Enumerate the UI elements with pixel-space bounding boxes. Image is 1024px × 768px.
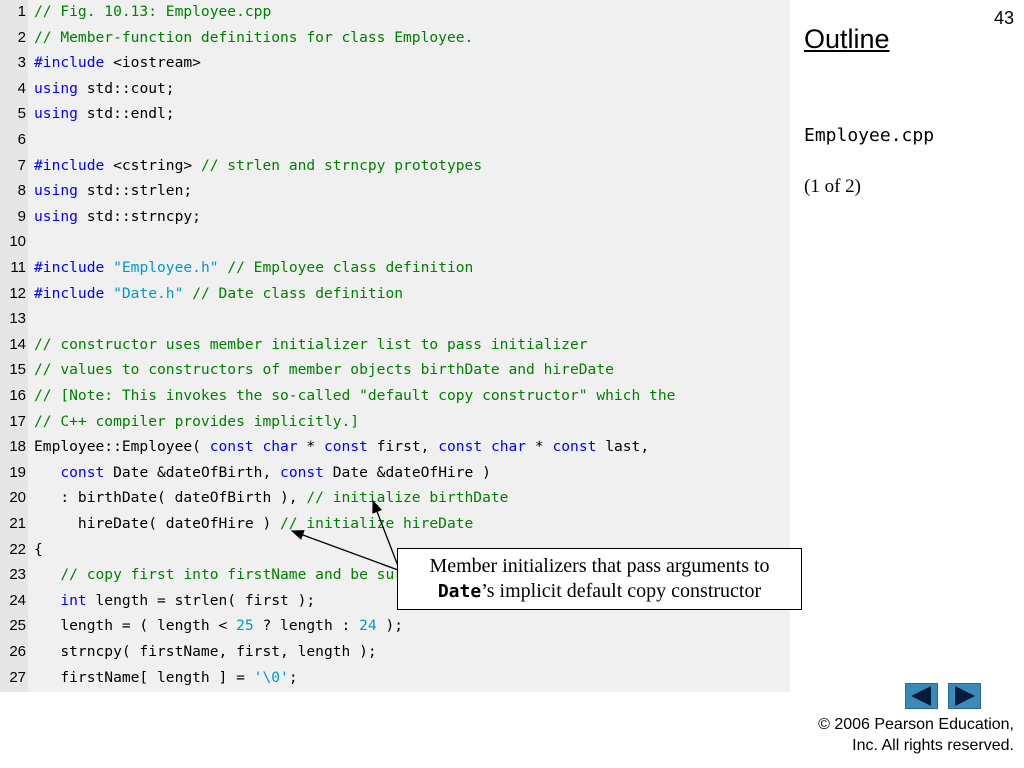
code-text: #include "Date.h" // Date class definiti…: [34, 284, 404, 302]
code-line: 26 strncpy( firstName, first, length );: [0, 639, 790, 665]
code-line: 6: [0, 127, 790, 153]
code-text: using std::strlen;: [34, 182, 193, 200]
code-text: firstName[ length ] = '\0';: [34, 668, 298, 686]
code-text: // Fig. 10.13: Employee.cpp: [34, 3, 272, 20]
line-number: 15: [9, 361, 26, 379]
line-number: 20: [9, 489, 26, 507]
code-line: 10: [0, 229, 790, 255]
code-line: 27 firstName[ length ] = '\0';: [0, 665, 790, 691]
code-text: hireDate( dateOfHire ) // initialize hir…: [34, 515, 474, 532]
code-text: const Date &dateOfBirth, const Date &dat…: [60, 463, 491, 481]
next-slide-button[interactable]: [948, 683, 981, 709]
code-text: // constructor uses member initializer l…: [34, 335, 588, 353]
slide-number: 43: [993, 8, 1014, 28]
code-text: #include "Employee.h" // Employee class …: [34, 259, 474, 276]
triangle-left-icon: [911, 686, 931, 706]
code-text: // values to constructors of member obje…: [34, 361, 614, 379]
line-number: 2: [17, 28, 26, 46]
code-line: 16 // [Note: This invokes the so-called "…: [0, 383, 790, 409]
code-line: 1 // Fig. 10.13: Employee.cpp: [0, 0, 790, 25]
code-line: 15 // values to constructors of member ob…: [0, 357, 790, 383]
line-number: 11: [10, 259, 26, 276]
line-number: 3: [17, 54, 26, 72]
outline-title[interactable]: Outline: [804, 24, 890, 55]
code-line: 8 using std::strlen;: [0, 178, 790, 204]
code-text: int length = strlen( first );: [60, 591, 316, 609]
line-number: 18: [9, 438, 26, 456]
line-number: 9: [17, 207, 26, 225]
code-text: {: [34, 540, 43, 558]
line-number: 4: [17, 79, 26, 97]
line-number: 22: [9, 540, 26, 558]
line-number: 19: [9, 463, 26, 481]
callout-line1: Member initializers that pass arguments …: [429, 555, 770, 577]
line-number: 25: [9, 617, 26, 635]
code-line: 13: [0, 306, 790, 332]
code-text: Employee::Employee( const char * const f…: [34, 438, 650, 456]
copyright-line1: © 2006 Pearson Education,: [818, 716, 1014, 733]
code-line: 14 // constructor uses member initializer…: [0, 332, 790, 358]
code-text: #include <cstring> // strlen and strncpy…: [34, 156, 483, 174]
copyright-notice: © 2006 Pearson Education, Inc. All right…: [818, 714, 1014, 756]
line-number: 24: [9, 591, 26, 609]
code-text: // Member-function definitions for class…: [34, 28, 474, 46]
code-text: // [Note: This invokes the so-called "de…: [34, 387, 676, 404]
code-line: 21 hireDate( dateOfHire ) // initialize …: [0, 511, 790, 537]
callout-rest: ’s implicit default copy constructor: [481, 580, 762, 602]
line-number: 12: [9, 284, 26, 302]
line-number: 13: [9, 310, 26, 328]
line-number: 6: [17, 131, 26, 148]
previous-slide-button[interactable]: [905, 683, 938, 709]
code-text: #include <iostream>: [34, 54, 201, 72]
callout-box: Member initializers that pass arguments …: [397, 548, 802, 610]
code-line: 20 : birthDate( dateOfBirth ), // initia…: [0, 485, 790, 511]
code-line: 12 #include "Date.h" // Date class defini…: [0, 281, 790, 307]
code-line: 4 using std::cout;: [0, 76, 790, 102]
line-number: 21: [9, 515, 26, 532]
code-line: 7 #include <cstring> // strlen and strncp…: [0, 153, 790, 179]
line-number: 16: [9, 387, 26, 404]
copyright-line2: Inc. All rights reserved.: [852, 737, 1014, 754]
line-number: 1: [17, 3, 26, 20]
code-text: using std::endl;: [34, 105, 175, 123]
code-line: 9 using std::strncpy;: [0, 204, 790, 230]
code-line: 5 using std::endl;: [0, 101, 790, 127]
line-number: 27: [9, 668, 26, 686]
line-number: 8: [17, 182, 26, 200]
line-number: 7: [17, 156, 26, 174]
code-line: 17 // C++ compiler provides implicitly.]: [0, 409, 790, 435]
code-text: length = ( length < 25 ? length : 24 );: [34, 617, 404, 635]
callout-line2: Date’s implicit default copy constructor: [398, 579, 801, 604]
line-number: 23: [9, 566, 26, 584]
code-line: 11 #include "Employee.h" // Employee clas…: [0, 255, 790, 281]
code-line: 18 Employee::Employee( const char * const…: [0, 434, 790, 460]
line-number: 17: [9, 412, 26, 430]
callout-code: Date: [437, 581, 482, 602]
file-name: Employee.cpp: [804, 125, 935, 146]
code-text: : birthDate( dateOfBirth ), // initializ…: [34, 489, 509, 507]
triangle-right-icon: [955, 686, 975, 706]
code-line: 19 const Date &dateOfBirth, const Date &…: [0, 460, 790, 486]
part-label: (1 of 2): [804, 176, 861, 197]
code-line: 3 #include <iostream>: [0, 50, 790, 76]
code-line: 2 // Member-function definitions for clas…: [0, 25, 790, 51]
line-number: 5: [17, 105, 26, 123]
code-text: // C++ compiler provides implicitly.]: [34, 412, 360, 430]
line-number: 26: [9, 643, 26, 660]
code-text: using std::cout;: [34, 79, 175, 97]
code-text: using std::strncpy;: [34, 207, 201, 225]
code-line: 25 length = ( length < 25 ? length : 24 …: [0, 613, 790, 639]
line-number: 10: [9, 233, 26, 251]
code-text: strncpy( firstName, first, length );: [34, 643, 377, 660]
line-number: 14: [9, 335, 26, 353]
